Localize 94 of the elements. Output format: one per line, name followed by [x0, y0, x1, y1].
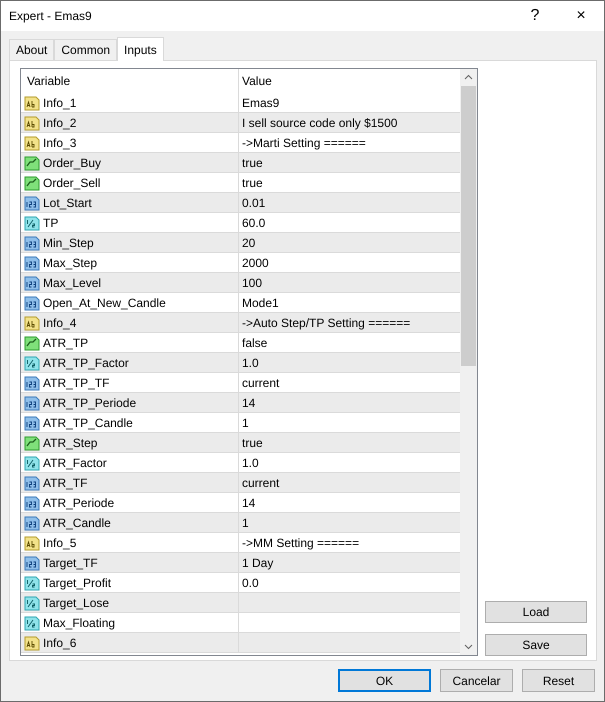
decimal-type-icon	[24, 594, 40, 610]
variable-value[interactable]: Mode1	[242, 296, 279, 310]
variable-value[interactable]: I sell source code only $1500	[242, 116, 398, 130]
variable-value[interactable]: ->Auto Step/TP Setting ======	[242, 316, 410, 330]
integer-type-icon	[24, 294, 40, 310]
tab[interactable]: Common	[54, 39, 118, 60]
decimal-type-icon	[24, 354, 40, 370]
variable-value[interactable]: 1 Day	[242, 556, 274, 570]
integer-type-icon	[24, 394, 40, 410]
variable-value[interactable]: true	[242, 156, 263, 170]
variable-value[interactable]: 2000	[242, 256, 269, 270]
variable-name[interactable]: Target_Profit	[43, 576, 112, 590]
close-button[interactable]: ×	[558, 1, 604, 31]
variable-name[interactable]: Order_Sell	[43, 176, 100, 190]
variable-name[interactable]: ATR_Step	[43, 436, 98, 450]
variable-name[interactable]: Min_Step	[43, 236, 94, 250]
variable-name[interactable]: Open_At_New_Candle	[43, 296, 166, 310]
variable-name[interactable]: Target_Lose	[43, 596, 110, 610]
variable-name[interactable]: Info_1	[43, 96, 76, 110]
side-button[interactable]: Load	[485, 601, 587, 623]
integer-type-icon	[24, 474, 40, 490]
integer-type-icon	[24, 234, 40, 250]
boolean-type-icon	[24, 334, 40, 350]
dialog-button[interactable]: OK	[338, 669, 431, 692]
variable-name[interactable]: Order_Buy	[43, 156, 102, 170]
variable-name[interactable]: ATR_TP	[43, 336, 88, 350]
variable-name[interactable]: TP	[43, 216, 58, 230]
text-type-icon	[24, 94, 40, 110]
integer-type-icon	[24, 554, 40, 570]
variable-value[interactable]: true	[242, 436, 263, 450]
integer-type-icon	[24, 494, 40, 510]
scrollbar[interactable]	[460, 69, 477, 655]
tab[interactable]: Inputs	[117, 37, 164, 61]
variable-name[interactable]: Max_Floating	[43, 616, 116, 630]
variable-value[interactable]: true	[242, 176, 263, 190]
variable-name[interactable]: Max_Step	[43, 256, 98, 270]
text-type-icon	[24, 534, 40, 550]
dialog-button[interactable]: Reset	[522, 669, 595, 692]
variable-value[interactable]: 1	[242, 416, 249, 430]
variable-name[interactable]: Lot_Start	[43, 196, 92, 210]
text-type-icon	[24, 134, 40, 150]
integer-type-icon	[24, 194, 40, 210]
variable-name[interactable]: ATR_Factor	[43, 456, 107, 470]
help-button[interactable]: ?	[512, 1, 558, 31]
integer-type-icon	[24, 254, 40, 270]
tab[interactable]: About	[9, 39, 54, 60]
variable-value[interactable]: 1.0	[242, 356, 259, 370]
boolean-type-icon	[24, 434, 40, 450]
integer-type-icon	[24, 374, 40, 390]
variable-name[interactable]: Max_Level	[43, 276, 102, 290]
variable-value[interactable]: current	[242, 476, 280, 490]
variable-value[interactable]: 1	[242, 516, 249, 530]
variable-name[interactable]: ATR_TP_TF	[43, 376, 110, 390]
text-type-icon	[24, 114, 40, 130]
variable-name[interactable]: Info_5	[43, 536, 76, 550]
variable-value[interactable]: Emas9	[242, 96, 280, 110]
column-header[interactable]: Value	[239, 69, 460, 93]
decimal-type-icon	[24, 454, 40, 470]
variable-value[interactable]: false	[242, 336, 268, 350]
variable-value[interactable]: 0.0	[242, 576, 259, 590]
variable-value[interactable]: 0.01	[242, 196, 266, 210]
variable-value[interactable]: ->MM Setting ======	[242, 536, 360, 550]
variable-value[interactable]: 100	[242, 276, 262, 290]
boolean-type-icon	[24, 174, 40, 190]
variable-name[interactable]: Target_TF	[43, 556, 98, 570]
variable-value[interactable]: 14	[242, 496, 256, 510]
variable-name[interactable]: Info_2	[43, 116, 76, 130]
variable-name[interactable]: ATR_Periode	[43, 496, 114, 510]
text-type-icon	[24, 634, 40, 650]
variable-value[interactable]: 20	[242, 236, 256, 250]
variable-value[interactable]: 1.0	[242, 456, 259, 470]
integer-type-icon	[24, 274, 40, 290]
variable-name[interactable]: Info_6	[43, 636, 76, 650]
side-button[interactable]: Save	[485, 634, 587, 656]
variable-name[interactable]: ATR_Candle	[43, 516, 111, 530]
window-title: Expert - Emas9	[9, 9, 93, 23]
variable-value[interactable]: 14	[242, 396, 256, 410]
decimal-type-icon	[24, 614, 40, 630]
boolean-type-icon	[24, 154, 40, 170]
integer-type-icon	[24, 514, 40, 530]
variable-name[interactable]: ATR_TP_Candle	[43, 416, 133, 430]
variable-value[interactable]: ->Marti Setting ======	[242, 136, 366, 150]
decimal-type-icon	[24, 574, 40, 590]
variable-name[interactable]: ATR_TF	[43, 476, 88, 490]
variable-name[interactable]: ATR_TP_Factor	[43, 356, 129, 370]
decimal-type-icon	[24, 214, 40, 230]
variable-value[interactable]: 60.0	[242, 216, 266, 230]
text-type-icon	[24, 314, 40, 330]
integer-type-icon	[24, 414, 40, 430]
dialog-button[interactable]: Cancelar	[440, 669, 513, 692]
variable-name[interactable]: Info_3	[43, 136, 76, 150]
variable-value[interactable]: current	[242, 376, 280, 390]
variable-name[interactable]: Info_4	[43, 316, 76, 330]
variable-name[interactable]: ATR_TP_Periode	[43, 396, 136, 410]
